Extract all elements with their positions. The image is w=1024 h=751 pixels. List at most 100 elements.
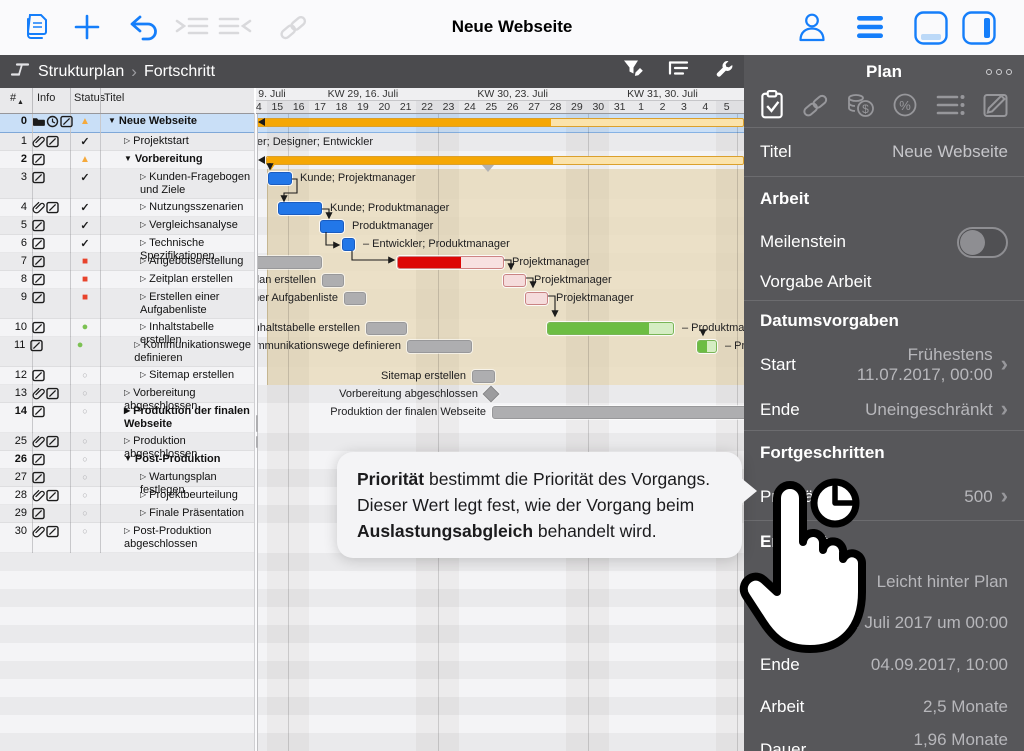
disclosure-leaf-icon[interactable]: ▷ xyxy=(124,526,130,535)
wbs-view-icon xyxy=(10,61,30,83)
disclosure-open-icon[interactable]: ▼ xyxy=(108,116,116,125)
row-info-icons xyxy=(32,151,70,167)
table-row[interactable]: 2▲▼Vorbereitung xyxy=(0,151,254,169)
priority-help-tooltip: Priorität bestimmt die Priorität des Vor… xyxy=(337,452,742,558)
table-row[interactable]: 4✓▷Nutzungsszenarien xyxy=(0,199,254,217)
field-meilenstein: Meilenstein xyxy=(744,220,1024,264)
row-status-icon: ○ xyxy=(70,367,100,381)
table-row[interactable]: 27○▷Wartungsplan festlegen xyxy=(0,469,254,487)
filter-icon[interactable] xyxy=(623,59,644,84)
row-status-icon: ■ xyxy=(70,253,100,267)
row-info-icons xyxy=(32,133,70,149)
right-panel-toggle-icon[interactable] xyxy=(961,10,997,51)
row-status-icon: ○ xyxy=(70,433,100,447)
meilenstein-toggle[interactable] xyxy=(957,227,1008,258)
timeline-day-cell: 30 xyxy=(588,101,610,113)
disclosure-open-icon[interactable]: ▼ xyxy=(124,154,132,163)
breadcrumb-view[interactable]: Strukturplan xyxy=(38,63,124,81)
table-row[interactable]: 9■▷Erstellen einer Aufgabenliste xyxy=(0,289,254,319)
outline-options-icon[interactable] xyxy=(668,60,689,83)
settings-wrench-icon[interactable] xyxy=(713,59,734,85)
disclosure-leaf-icon[interactable]: ▷ xyxy=(134,340,140,349)
table-row[interactable]: 0▲▼Neue Webseite xyxy=(0,113,254,133)
more-options-icon[interactable] xyxy=(986,69,1012,75)
table-row[interactable]: 5✓▷Vergleichsanalyse xyxy=(0,217,254,235)
field-titel[interactable]: Titel Neue Webseite xyxy=(744,128,1024,176)
table-row[interactable]: 13○▷Vorbereitung abgeschlossen xyxy=(0,385,254,403)
disclosure-leaf-icon[interactable]: ▷ xyxy=(140,238,146,247)
disclosure-closed-icon[interactable]: ▶ xyxy=(124,406,130,415)
row-info-icons xyxy=(32,433,70,449)
tooltip-term: Priorität xyxy=(357,469,424,489)
table-row[interactable]: 14○▶Produktion der finalen Webseite xyxy=(0,403,254,433)
disclosure-leaf-icon[interactable]: ▷ xyxy=(140,370,146,379)
row-title: ▷Post-Produktion abgeschlossen xyxy=(100,523,254,551)
tab-progress-icon[interactable]: % xyxy=(890,91,920,124)
disclosure-leaf-icon[interactable]: ▷ xyxy=(140,292,146,301)
timeline-day-cell: 2 xyxy=(652,101,674,113)
disclosure-leaf-icon[interactable]: ▷ xyxy=(140,256,146,265)
row-status-icon: ○ xyxy=(70,487,100,501)
tab-costs-icon[interactable]: $ xyxy=(846,91,876,124)
tab-notes-icon[interactable] xyxy=(981,90,1011,125)
disclosure-leaf-icon[interactable]: ▷ xyxy=(140,322,146,331)
field-start-constraint[interactable]: Start Frühestens 11.07.2017, 00:00 › xyxy=(744,340,1024,390)
disclosure-leaf-icon[interactable]: ▷ xyxy=(140,220,146,229)
disclosure-open-icon[interactable]: ▼ xyxy=(124,454,132,463)
menu-icon[interactable] xyxy=(856,15,884,44)
table-row[interactable]: 26○▼Post-Produktion xyxy=(0,451,254,469)
table-row[interactable]: 3✓▷Kunden-Fragebogen und Ziele xyxy=(0,169,254,199)
tab-links-icon[interactable] xyxy=(801,93,831,122)
disclosure-leaf-icon[interactable]: ▷ xyxy=(124,436,130,445)
note-icon xyxy=(46,489,59,503)
timeline-day-cell: 24 xyxy=(459,101,481,113)
tab-list-icon[interactable] xyxy=(935,92,967,123)
disclosure-leaf-icon[interactable]: ▷ xyxy=(124,136,130,145)
user-icon[interactable] xyxy=(797,11,827,48)
table-row[interactable]: 1✓▷Projektstart xyxy=(0,133,254,151)
disclosure-leaf-icon[interactable]: ▷ xyxy=(140,274,146,283)
timeline-day-cell: 20 xyxy=(374,101,396,113)
table-row[interactable]: 10●▷Inhaltstabelle erstellen xyxy=(0,319,254,337)
disclosure-leaf-icon[interactable]: ▷ xyxy=(140,508,146,517)
note-icon xyxy=(32,219,45,233)
clip-icon xyxy=(32,201,45,215)
table-row[interactable]: 7■▷Angebotserstellung xyxy=(0,253,254,271)
gantt-chart[interactable]: Kunde; ProjektmanagerKunde; Produktmanag… xyxy=(258,113,744,751)
column-info[interactable]: Info xyxy=(37,92,55,104)
disclosure-leaf-icon[interactable]: ▷ xyxy=(124,388,130,397)
row-title: ▷Erstellen einer Aufgabenliste xyxy=(100,289,254,317)
disclosure-leaf-icon[interactable]: ▷ xyxy=(140,202,146,211)
row-status-icon: ○ xyxy=(70,385,100,399)
table-row[interactable]: 6✓▷Technische Spezifikationen xyxy=(0,235,254,253)
table-gantt-divider[interactable] xyxy=(254,113,258,751)
table-row[interactable]: 8■▷Zeitplan erstellen xyxy=(0,271,254,289)
timeline-header[interactable]: 9. JuliKW 29, 16. JuliKW 30, 23. JuliKW … xyxy=(256,88,744,114)
field-ende-constraint[interactable]: Ende Uneingeschränkt › xyxy=(744,390,1024,430)
row-title: ▼Neue Webseite xyxy=(100,113,254,128)
table-row[interactable]: 11●▷Kommunikationswege definieren xyxy=(0,337,254,367)
bottom-panel-toggle-icon[interactable] xyxy=(913,10,949,51)
column-number[interactable]: # xyxy=(10,92,16,104)
timeline-day-cell: 18 xyxy=(331,101,353,113)
table-row[interactable]: 12○▷Sitemap erstellen xyxy=(0,367,254,385)
timeline-day-cell: 31 xyxy=(609,101,631,113)
row-info-icons xyxy=(32,469,70,485)
table-row[interactable]: 28○▷Projektbeurteilung xyxy=(0,487,254,505)
disclosure-leaf-icon[interactable]: ▷ xyxy=(140,172,146,181)
row-title: ▼Post-Produktion xyxy=(100,451,254,466)
breadcrumb-subview[interactable]: Fortschritt xyxy=(144,63,215,81)
table-row[interactable]: 30○▷Post-Produktion abgeschlossen xyxy=(0,523,254,553)
row-title: ▷Kommunikationswege definieren xyxy=(94,337,254,365)
row-status-icon: ■ xyxy=(70,271,100,285)
tab-plan-clipboard-icon[interactable] xyxy=(757,90,787,125)
table-row[interactable]: 25○▷Produktion abgeschlossen xyxy=(0,433,254,451)
disclosure-leaf-icon[interactable]: ▷ xyxy=(140,490,146,499)
disclosure-leaf-icon[interactable]: ▷ xyxy=(140,472,146,481)
sort-ascending-icon: ▲ xyxy=(17,99,24,106)
field-vorgabe-arbeit[interactable]: Vorgabe Arbeit xyxy=(744,264,1024,300)
note-icon xyxy=(46,387,59,401)
row-info-icons xyxy=(32,271,70,287)
column-titel[interactable]: Titel xyxy=(104,92,124,104)
table-row[interactable]: 29○▷Finale Präsentation xyxy=(0,505,254,523)
